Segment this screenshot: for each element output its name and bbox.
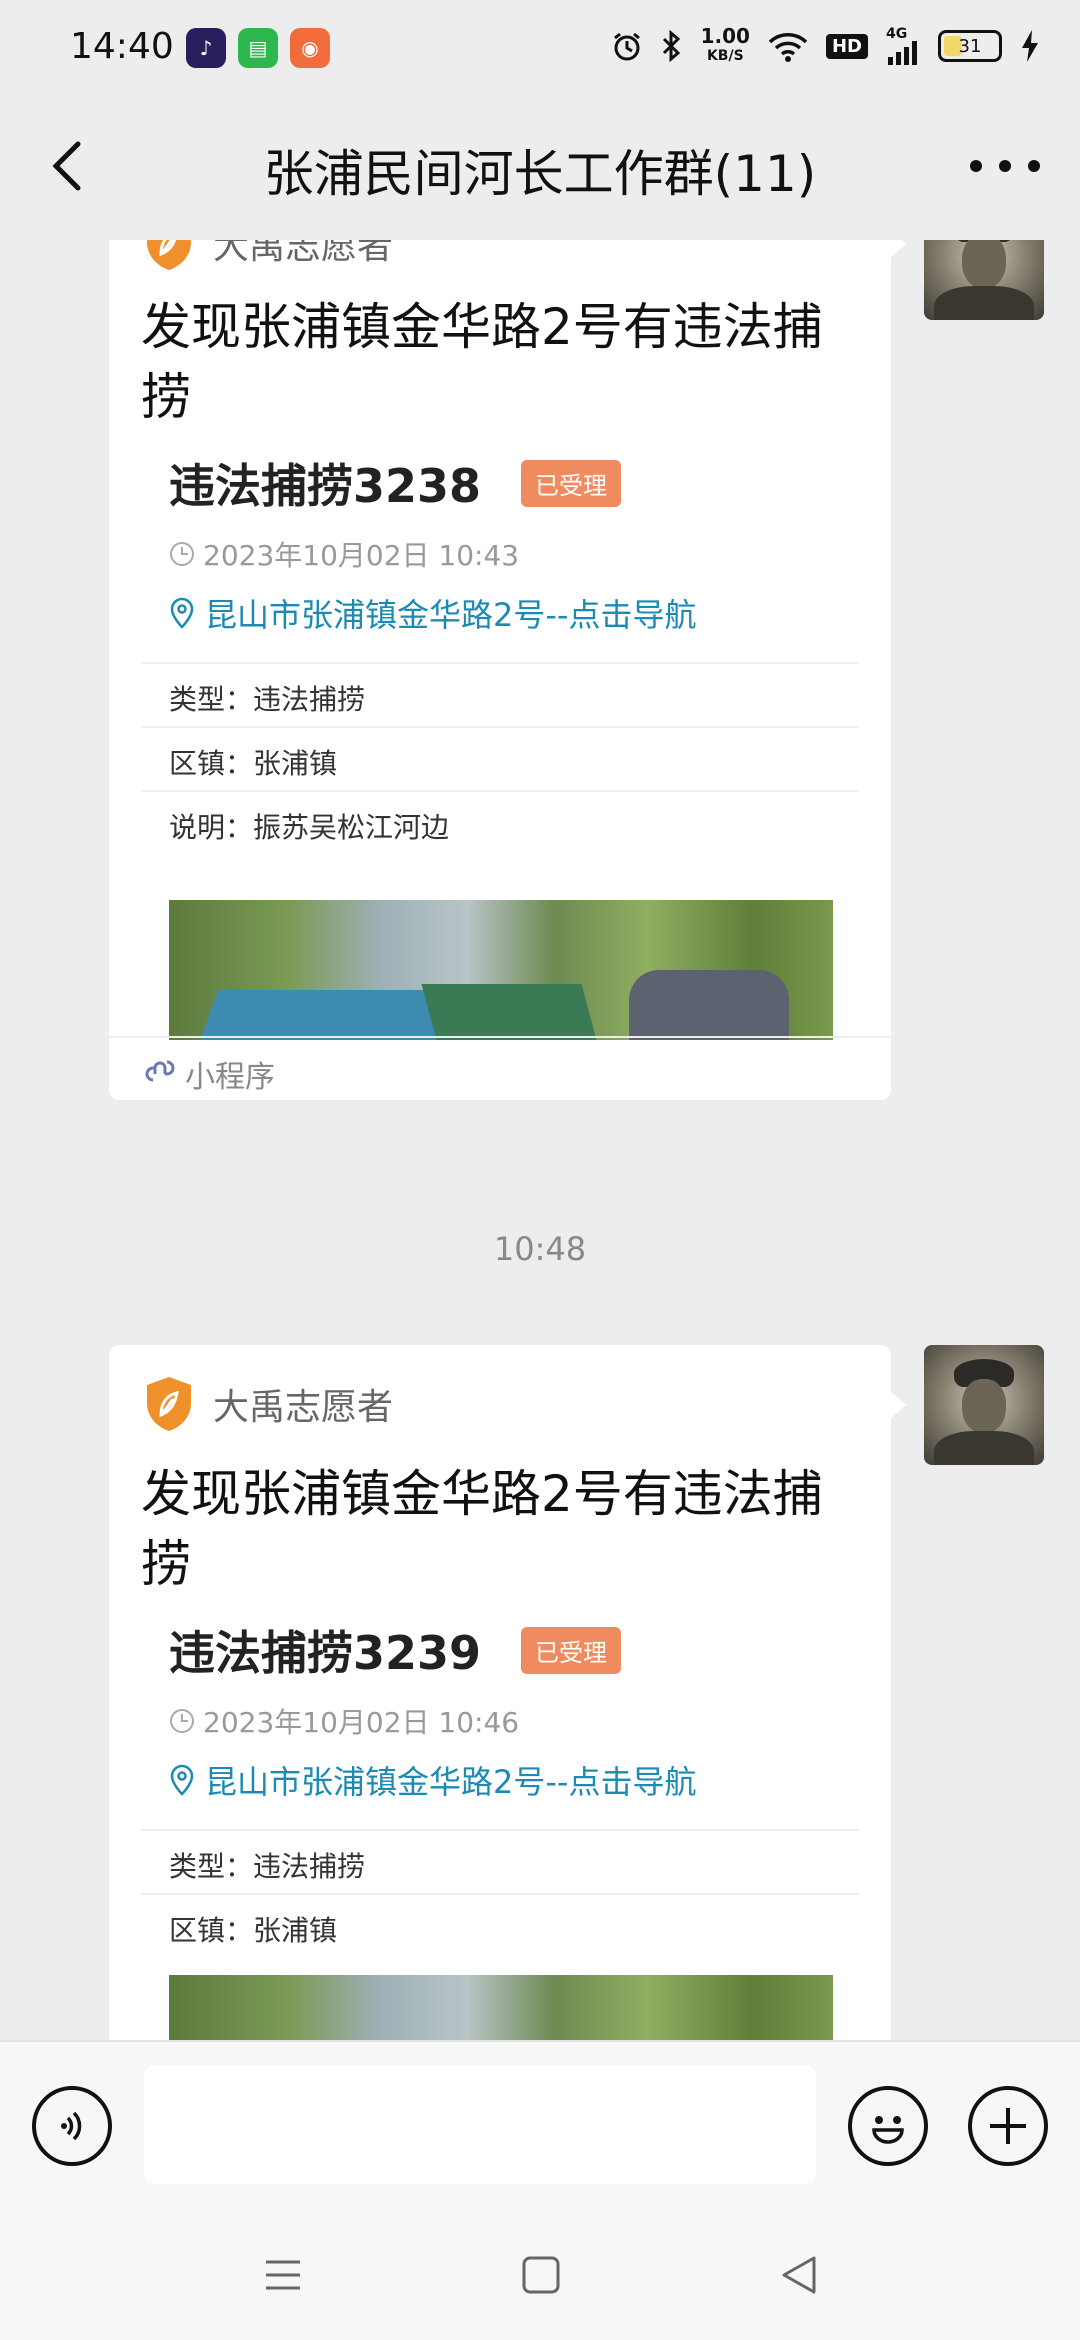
card-title: 发现张浦镇金华路2号有违法捕捞 [141, 298, 823, 426]
case-header: 违法捕捞3239 已受理 [169, 1617, 622, 1683]
status-right: 1.00 KB/S HD 4G 31 [611, 26, 1040, 66]
shield-leaf-icon [147, 240, 191, 270]
mini-program-card[interactable]: 大禹志愿者 发现张浦镇金华路2号有违法捕捞 违法捕捞3239 已受理 2023年… [109, 1345, 891, 2040]
dot-icon [999, 160, 1011, 172]
evidence-photo[interactable] [169, 1975, 833, 2040]
menu-icon[interactable] [258, 2250, 308, 2300]
dot-icon [970, 160, 982, 172]
clock-icon [170, 542, 194, 566]
more-options-button[interactable] [970, 146, 1040, 186]
case-time: 2023年10月02日 10:43 [169, 534, 519, 574]
info-type-row: 类型：违法捕捞 [141, 662, 859, 726]
charging-icon [1022, 30, 1038, 62]
info-town: 区镇：张浦镇 [169, 747, 338, 780]
chat-header: 张浦民间河长工作群(11) [0, 96, 1080, 240]
case-time: 2023年10月02日 10:46 [169, 1701, 519, 1741]
message-input[interactable] [144, 2066, 816, 2184]
hd-badge: HD [825, 33, 868, 59]
chat-list[interactable]: 大禹志愿者 发现张浦镇金华路2号有违法捕捞 违法捕捞3238 已受理 2023年… [0, 240, 1080, 2040]
status-badge: 已受理 [521, 459, 622, 507]
case-number: 违法捕捞3239 [169, 1626, 482, 1680]
voice-button[interactable] [32, 2086, 112, 2166]
notification-icons: ♪ ▤ ◉ [186, 28, 330, 68]
emoji-button[interactable] [848, 2086, 928, 2166]
plus-icon [990, 2108, 1026, 2144]
avatar[interactable] [924, 1345, 1044, 1465]
clock-icon [170, 1709, 194, 1733]
info-town-row: 区镇：张浦镇 [141, 726, 859, 790]
speed-value: 1.00 [700, 24, 750, 48]
case-datetime: 2023年10月02日 10:46 [203, 1706, 520, 1739]
evidence-photo[interactable] [169, 900, 833, 1040]
messages-icon: ▤ [238, 28, 278, 68]
page-title: 张浦民间河长工作群(11) [263, 145, 817, 203]
battery-level: 31 [958, 35, 982, 57]
mini-program-label: 小程序 [185, 1060, 275, 1095]
back-nav-icon[interactable] [774, 2250, 824, 2300]
speed-unit: KB/S [706, 48, 744, 64]
card-brand: 大禹志愿者 [143, 1375, 393, 1433]
card-brand: 大禹志愿者 [143, 240, 393, 272]
mini-program-footer: 小程序 [109, 1036, 891, 1100]
info-desc-row: 说明：振苏吴松江河边 [141, 790, 859, 854]
wifi-icon [768, 33, 808, 62]
mini-program-icon [145, 1060, 175, 1082]
case-header: 违法捕捞3238 已受理 [169, 450, 622, 516]
case-datetime: 2023年10月02日 10:43 [203, 539, 520, 572]
brand-name: 大禹志愿者 [213, 240, 394, 267]
voice-icon [61, 2111, 82, 2141]
battery-indicator: 31 [938, 30, 1002, 62]
alarm-icon [613, 32, 640, 61]
status-time: 14:40 [70, 26, 174, 67]
status-bar: 14:40 ♪ ▤ ◉ 1.00 KB/S HD 4G 31 [0, 0, 1080, 96]
location-pin-icon [170, 1764, 194, 1796]
shield-leaf-icon [147, 1377, 191, 1431]
location-text: 昆山市张浦镇金华路2号--点击导航 [205, 1763, 697, 1801]
system-navigation-bar [0, 2210, 1080, 2340]
more-actions-button[interactable] [968, 2086, 1048, 2166]
brand-name: 大禹志愿者 [213, 1387, 394, 1428]
mini-program-card[interactable]: 大禹志愿者 发现张浦镇金华路2号有违法捕捞 违法捕捞3238 已受理 2023年… [109, 240, 891, 1100]
avatar[interactable] [924, 240, 1044, 320]
info-town-row: 区镇：张浦镇 [141, 1893, 859, 1957]
info-town: 区镇：张浦镇 [169, 1914, 338, 1947]
signal-icon: 4G [886, 27, 920, 65]
info-type: 类型：违法捕捞 [169, 683, 366, 716]
network-type: 4G [886, 26, 908, 42]
location-pin-icon [170, 597, 194, 629]
tiktok-icon: ♪ [186, 28, 226, 68]
bluetooth-icon [662, 30, 680, 62]
input-bar [0, 2040, 1080, 2210]
network-speed: 1.00 KB/S [701, 26, 750, 66]
location-link[interactable]: 昆山市张浦镇金华路2号--点击导航 [169, 1757, 696, 1803]
app-icon: ◉ [290, 28, 330, 68]
home-icon[interactable] [516, 2250, 566, 2300]
info-type: 类型：违法捕捞 [169, 1850, 366, 1883]
info-desc: 说明：振苏吴松江河边 [169, 811, 450, 844]
card-title: 发现张浦镇金华路2号有违法捕捞 [141, 1465, 823, 1593]
status-badge: 已受理 [521, 1626, 622, 1674]
location-text: 昆山市张浦镇金华路2号--点击导航 [205, 596, 697, 634]
dot-icon [1028, 160, 1040, 172]
emoji-icon [872, 2116, 904, 2144]
time-separator: 10:48 [493, 1230, 587, 1268]
location-link[interactable]: 昆山市张浦镇金华路2号--点击导航 [169, 590, 696, 636]
info-type-row: 类型：违法捕捞 [141, 1829, 859, 1893]
case-number: 违法捕捞3238 [169, 459, 482, 513]
